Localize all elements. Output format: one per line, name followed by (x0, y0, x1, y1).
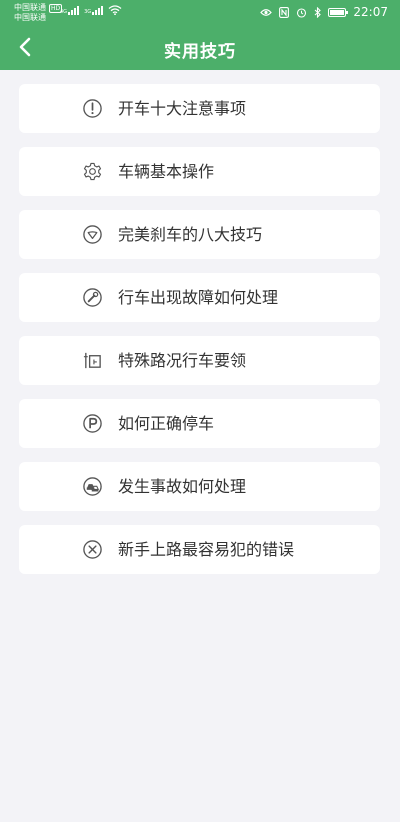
wrench-icon (83, 288, 102, 307)
menu-item-label: 发生事故如何处理 (118, 477, 247, 496)
nfc-icon (279, 6, 290, 18)
bluetooth-icon (315, 6, 322, 18)
menu-item-label: 如何正确停车 (118, 414, 215, 433)
menu-item-label: 完美刹车的八大技巧 (118, 225, 263, 244)
menu-item-driving-precautions[interactable]: 开车十大注意事项 (19, 84, 380, 133)
network-1-label: 4G (60, 9, 68, 15)
road-sign-icon (83, 352, 101, 369)
battery-icon (328, 7, 349, 17)
menu-item-label: 开车十大注意事项 (118, 99, 247, 118)
menu-item-parking[interactable]: 如何正确停车 (19, 399, 380, 448)
menu-item-basic-operation[interactable]: 车辆基本操作 (19, 147, 380, 196)
parking-icon (83, 414, 102, 433)
car-accident-icon (83, 477, 102, 496)
brake-icon (83, 225, 102, 244)
menu-item-label: 特殊路况行车要领 (118, 351, 247, 370)
eye-icon (260, 8, 273, 16)
gear-icon (83, 162, 102, 181)
menu-item-label: 行车出现故障如何处理 (118, 288, 279, 307)
carrier-1-label: 中国联通 (14, 3, 46, 12)
signal-indicators: 4G 3G (60, 5, 122, 15)
alarm-icon (297, 7, 307, 18)
status-time: 22:07 (353, 5, 388, 19)
tips-menu-list: 开车十大注意事项 车辆基本操作 完美刹车的八大技巧 行车出现故障如何处理 特殊路… (19, 84, 380, 588)
menu-item-breakdown-handling[interactable]: 行车出现故障如何处理 (19, 273, 380, 322)
signal-2: 3G (84, 6, 104, 15)
status-right: 22:07 (260, 5, 388, 19)
cross-circle-icon (83, 540, 102, 559)
signal-1: 4G (60, 6, 80, 15)
app-bar: 实用技巧 (0, 26, 400, 70)
signal-bars-icon (92, 6, 104, 15)
exclamation-circle-icon (83, 99, 102, 118)
menu-item-label: 车辆基本操作 (118, 162, 215, 181)
network-2-label: 3G (84, 9, 92, 15)
menu-item-braking-tips[interactable]: 完美刹车的八大技巧 (19, 210, 380, 259)
status-bar: 中国联通 HD 中国联通 4G 3G 22:07 (0, 0, 400, 26)
menu-item-special-road[interactable]: 特殊路况行车要领 (19, 336, 380, 385)
wifi-icon (108, 5, 122, 15)
menu-item-label: 新手上路最容易犯的错误 (118, 540, 295, 559)
signal-bars-icon (68, 6, 80, 15)
page-title: 实用技巧 (164, 42, 236, 62)
menu-item-novice-mistakes[interactable]: 新手上路最容易犯的错误 (19, 525, 380, 574)
menu-item-accident-handling[interactable]: 发生事故如何处理 (19, 462, 380, 511)
carrier-2-label: 中国联通 (14, 13, 46, 22)
carrier-info: 中国联通 HD 中国联通 (14, 3, 63, 23)
